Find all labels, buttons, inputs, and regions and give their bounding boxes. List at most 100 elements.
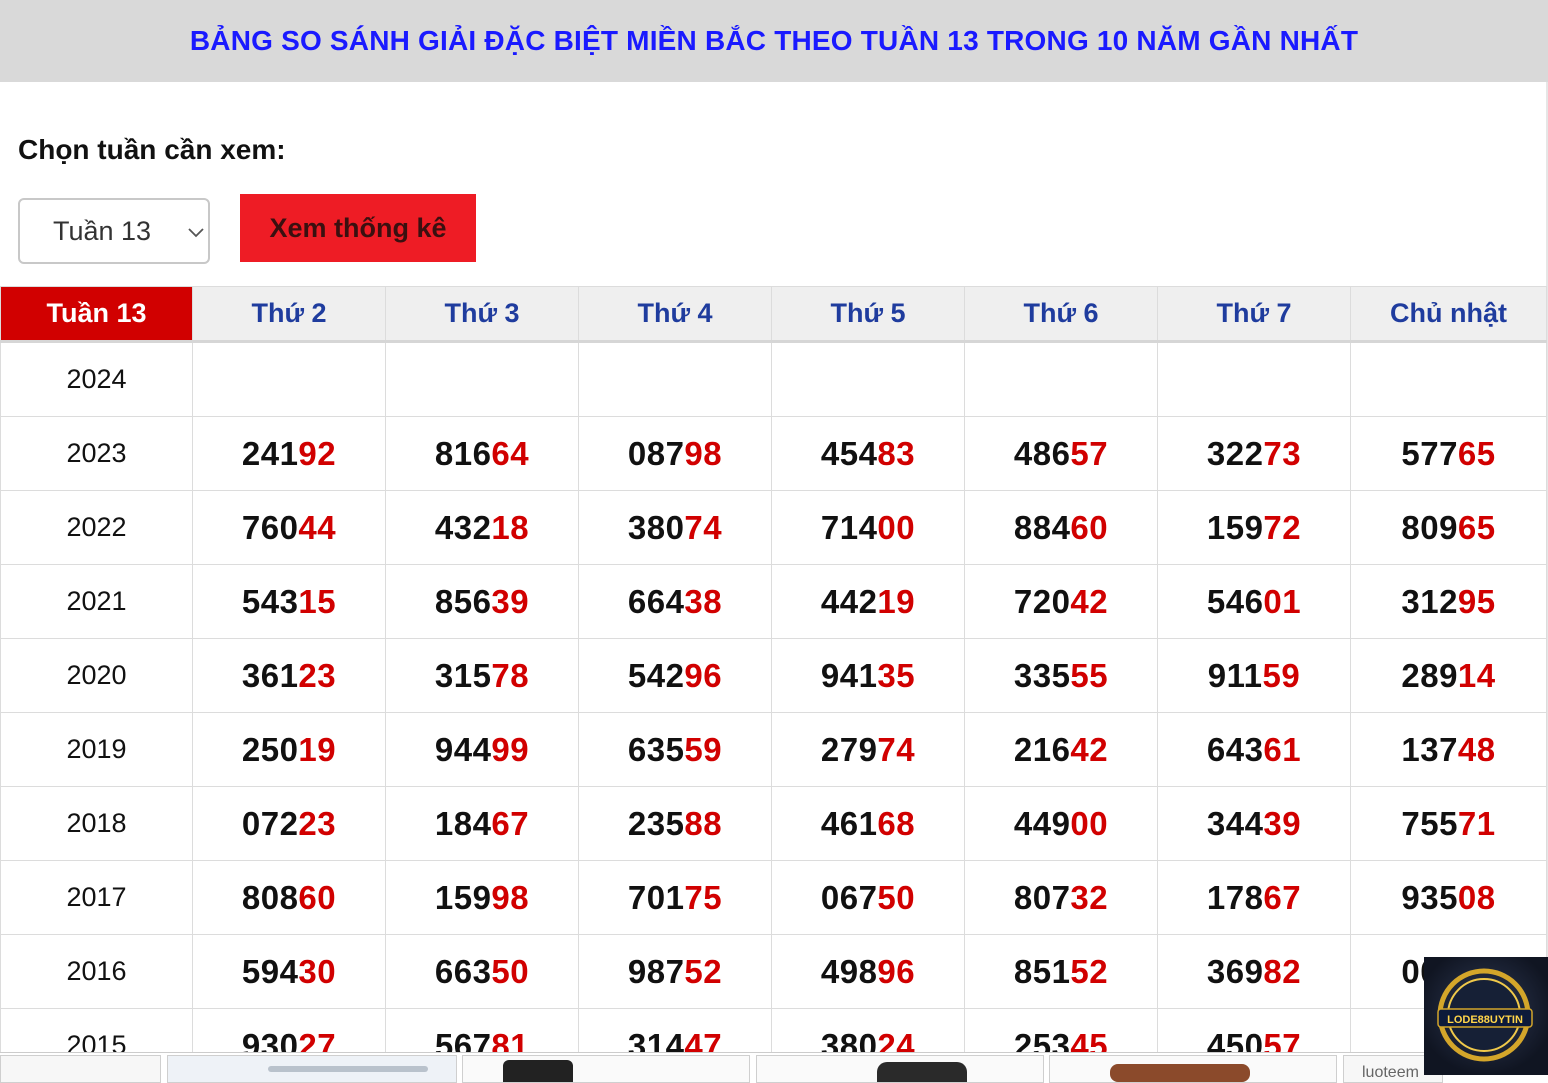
ad-product-image (503, 1060, 573, 1082)
result-cell: 28914 (1350, 638, 1547, 713)
brand-badge[interactable]: LODE88UYTIN (1424, 957, 1548, 1075)
result-cell: 15998 (385, 860, 579, 935)
result-last-two: 59 (1262, 656, 1301, 694)
view-stats-button-label: Xem thống kê (269, 212, 447, 243)
result-prefix: 577 (1401, 434, 1458, 472)
result-last-two: 88 (684, 804, 723, 842)
day-header-sun: Chủ nhật (1350, 286, 1547, 343)
result-prefix: 322 (1206, 434, 1264, 472)
view-stats-button[interactable]: Xem thống kê (240, 194, 476, 262)
result-last-two: 30 (298, 952, 337, 990)
result-last-two: 14 (1457, 656, 1496, 694)
result-cell: 31578 (385, 638, 579, 713)
result-cell: 31295 (1350, 564, 1547, 639)
result-prefix: 067 (820, 878, 878, 916)
result-number: 57765 (1401, 435, 1495, 472)
result-cell: 54601 (1157, 564, 1351, 639)
result-prefix: 714 (820, 508, 878, 546)
result-last-two: 35 (877, 656, 916, 694)
result-number: 70175 (628, 879, 722, 916)
result-cell: 18467 (385, 786, 579, 861)
result-prefix: 250 (241, 730, 299, 768)
result-cell: 45483 (771, 416, 965, 491)
result-last-two: 98 (491, 878, 530, 916)
result-cell: 80732 (964, 860, 1158, 935)
result-prefix: 216 (1013, 730, 1071, 768)
result-last-two: 72 (1263, 508, 1302, 546)
result-prefix: 486 (1013, 434, 1071, 472)
page-header: BẢNG SO SÁNH GIẢI ĐẶC BIỆT MIỀN BẮC THEO… (0, 0, 1548, 82)
table-row: 2019 25019 94499 63559 27974 21642 64361 13748 (0, 712, 1547, 787)
result-last-two: 96 (877, 952, 916, 990)
result-prefix: 442 (820, 582, 878, 620)
result-number: 49896 (821, 953, 915, 990)
result-prefix: 235 (627, 804, 685, 842)
result-number: 80860 (242, 879, 336, 916)
week-select[interactable]: Tuần 13 (18, 198, 210, 264)
result-number: 18467 (435, 805, 529, 842)
ad-product-image (1110, 1064, 1250, 1082)
result-prefix: 087 (627, 434, 685, 472)
result-last-two: 52 (1070, 952, 1109, 990)
result-prefix: 279 (820, 730, 878, 768)
result-last-two: 82 (1263, 952, 1302, 990)
result-last-two: 98 (684, 434, 723, 472)
ad-banner[interactable] (756, 1055, 1044, 1083)
result-prefix: 543 (241, 582, 299, 620)
result-prefix: 312 (1401, 582, 1458, 620)
table-header-row: Tuần 13 Thứ 2 Thứ 3 Thứ 4 Thứ 5 Thứ 6 Th… (0, 286, 1547, 343)
result-last-two: 60 (298, 878, 337, 916)
result-number: 76044 (242, 509, 336, 546)
result-number: 08798 (628, 435, 722, 472)
result-cell: 98752 (578, 934, 772, 1009)
result-cell: 27974 (771, 712, 965, 787)
result-prefix: 461 (820, 804, 878, 842)
result-cell: 71400 (771, 490, 965, 565)
result-last-two: 78 (491, 656, 530, 694)
result-number: 31578 (435, 657, 529, 694)
result-last-two: 74 (877, 730, 916, 768)
results-table: Tuần 13 Thứ 2 Thứ 3 Thứ 4 Thứ 5 Thứ 6 Th… (0, 286, 1547, 1083)
ad-strip[interactable]: luoteem (0, 1052, 1548, 1083)
result-prefix: 807 (1013, 878, 1071, 916)
result-number: 06750 (821, 879, 915, 916)
page-title: BẢNG SO SÁNH GIẢI ĐẶC BIỆT MIỀN BẮC THEO… (189, 25, 1359, 56)
result-number: 66350 (435, 953, 529, 990)
result-cell: 54296 (578, 638, 772, 713)
result-last-two: 68 (877, 804, 916, 842)
result-cell: 54315 (192, 564, 386, 639)
result-prefix: 542 (627, 656, 685, 694)
ad-banner[interactable] (167, 1055, 457, 1083)
result-cell: 91159 (1157, 638, 1351, 713)
year-cell: 2019 (0, 712, 193, 787)
result-cell: 24192 (192, 416, 386, 491)
result-prefix: 851 (1013, 952, 1071, 990)
result-prefix: 380 (627, 508, 685, 546)
ad-banner[interactable] (0, 1055, 161, 1083)
result-last-two: 71 (1457, 804, 1496, 842)
result-cell: 43218 (385, 490, 579, 565)
result-prefix: 361 (241, 656, 299, 694)
ad-banner[interactable] (462, 1055, 750, 1083)
result-last-two: 67 (1263, 878, 1302, 916)
result-cell: 80965 (1350, 490, 1547, 565)
result-last-two: 23 (298, 656, 337, 694)
year-cell: 2017 (0, 860, 193, 935)
result-cell (1350, 341, 1547, 417)
ad-banner[interactable] (1049, 1055, 1337, 1083)
result-last-two: 50 (491, 952, 530, 990)
result-cell: 34439 (1157, 786, 1351, 861)
result-number: 80732 (1014, 879, 1108, 916)
result-cell: 93508 (1350, 860, 1547, 935)
result-last-two: 99 (491, 730, 530, 768)
result-prefix: 335 (1013, 656, 1071, 694)
result-prefix: 178 (1206, 878, 1264, 916)
result-cell: 85152 (964, 934, 1158, 1009)
table-row: 2022 76044 43218 38074 71400 88460 15972 80965 (0, 490, 1547, 565)
result-cell: 64361 (1157, 712, 1351, 787)
result-cell: 21642 (964, 712, 1158, 787)
result-cell: 13748 (1350, 712, 1547, 787)
result-prefix: 635 (627, 730, 685, 768)
result-cell: 25019 (192, 712, 386, 787)
result-last-two: 08 (1457, 878, 1496, 916)
